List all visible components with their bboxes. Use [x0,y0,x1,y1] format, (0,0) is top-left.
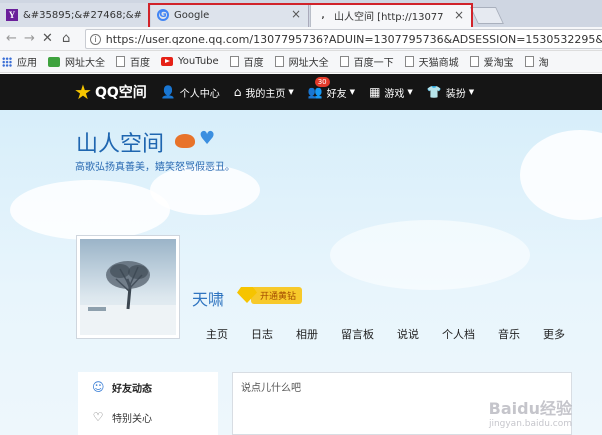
annotation-highlight-box [148,3,473,29]
nav-my-homepage[interactable]: ⌂ 我的主页 ▼ [234,85,294,100]
page-icon [404,56,414,67]
tab-music[interactable]: 音乐 [498,326,520,342]
feed-sidebar: ☺ 好友动态 ♡ 特别关心 [78,372,218,435]
page-icon [229,56,239,67]
forward-arrow-icon[interactable]: → [24,31,35,46]
back-arrow-icon[interactable]: ← [6,31,17,46]
star-icon: ★ [74,80,92,104]
bookmark-hao123[interactable]: 网址大全 [48,54,105,69]
friends-icon: ☺ [92,380,105,394]
space-badge-icon: ♥ [199,128,216,149]
heart-icon: ♡ [92,410,104,424]
yahoo-icon: Y [6,9,18,21]
bookmark-baidu[interactable]: 百度 [116,54,150,69]
bookmark-hao123-2[interactable]: 网址大全 [274,54,329,69]
tab-message-board[interactable]: 留言板 [341,326,374,342]
nav-games[interactable]: ▦ 游戏 ▼ [369,85,413,100]
page-icon [524,56,534,67]
space-level-icon [175,134,195,148]
baidu-watermark: Baidu经验 jingyan.baidu.com [488,399,572,429]
nav-dress-up[interactable]: 👕 装扮 ▼ [427,85,474,100]
chevron-down-icon: ▼ [468,88,475,96]
open-vip-button[interactable]: 开通黄钻 [237,285,303,305]
bookmark-tao[interactable]: 淘 [524,54,549,69]
home-icon: ⌂ [233,85,242,99]
space-title[interactable]: 山人空间 [76,126,164,158]
composer-placeholder: 说点儿什么吧 [241,383,301,394]
feed-item-special-care[interactable]: ♡ 特别关心 [78,402,218,432]
bookmark-tmall[interactable]: 天猫商城 [404,54,459,69]
url-text: https://user.qzone.qq.com/1307795736?ADU… [105,32,602,46]
address-bar[interactable]: i https://user.qzone.qq.com/1307795736?A… [85,29,602,49]
apps-icon [2,56,12,67]
username[interactable]: 天啸 [192,286,224,310]
page-icon [274,56,284,67]
info-icon[interactable]: i [90,33,101,45]
bookmark-aitaobao[interactable]: 爱淘宝 [469,54,514,69]
qzone-logo[interactable]: ★ QQ空间 [74,80,147,104]
games-icon: ▦ [369,85,381,99]
bookmark-baidu-search[interactable]: 百度一下 [339,54,394,69]
page-icon [116,56,125,67]
chevron-down-icon: ▼ [407,88,413,96]
profile-tabs: 主页 日志 相册 留言板 说说 个人档 音乐 更多 [206,326,588,342]
avatar[interactable] [76,235,180,339]
friends-icon: 👥 [307,85,323,99]
new-tab-button[interactable] [470,7,504,24]
tab-title: &#35895;&#27468;&# [23,9,142,21]
cloud-decoration [10,180,170,240]
youtube-icon [161,57,173,66]
space-motto: 高歌弘扬真善美，嬉笑怒骂假恶丑。 [75,162,235,173]
bookmark-youtube[interactable]: YouTube [161,56,219,67]
shirt-icon: 👕 [426,85,442,99]
tab-home[interactable]: 主页 [206,326,228,342]
person-icon: 👤 [160,85,176,99]
avatar-image [80,239,176,335]
browser-tab-1[interactable]: Y &#35895;&#27468;&# [0,3,150,27]
qzone-page: 山人空间 ♥ 高歌弘扬真善美，嬉笑怒骂假恶丑。 天啸 开通黄钻 主页 日志 相册… [0,110,602,435]
cloud-decoration [330,220,530,290]
page-icon [339,56,349,67]
tab-profile[interactable]: 个人档 [442,326,475,342]
nav-friends[interactable]: 👥 30 好友 ▼ [307,76,356,100]
notification-badge: 30 [314,76,330,87]
home-icon[interactable]: ⌂ [62,31,70,46]
cloud-decoration [520,130,602,220]
bookmark-baidu-2[interactable]: 百度 [229,54,264,69]
hao123-icon [48,56,60,67]
browser-tab-strip: Y &#35895;&#27468;&# G Google × ‚ 山人空间 [… [0,0,602,29]
tab-shuoshuo[interactable]: 说说 [397,326,419,342]
tab-more[interactable]: 更多 [543,326,565,342]
stop-icon[interactable]: ✕ [42,31,53,46]
chevron-down-icon: ▼ [349,88,356,96]
qzone-nav-bar: ★ QQ空间 👤 个人中心 ⌂ 我的主页 ▼ 👥 30 好友 ▼ ▦ 游戏 ▼ … [0,74,602,110]
tab-blog[interactable]: 日志 [251,326,273,342]
page-icon [469,56,479,67]
bookmark-apps[interactable]: 应用 [2,54,37,69]
chevron-down-icon: ▼ [288,88,294,96]
bookmarks-bar: 应用 网址大全 百度 YouTube 百度 网址大全 百度一下 天猫商城 爱淘宝… [0,51,602,73]
tab-album[interactable]: 相册 [296,326,318,342]
nav-personal-center[interactable]: 👤 个人中心 [161,85,220,100]
feed-item-friend-updates[interactable]: ☺ 好友动态 [78,372,218,402]
browser-toolbar: ← → ✕ ⌂ i https://user.qzone.qq.com/1307… [0,27,602,51]
